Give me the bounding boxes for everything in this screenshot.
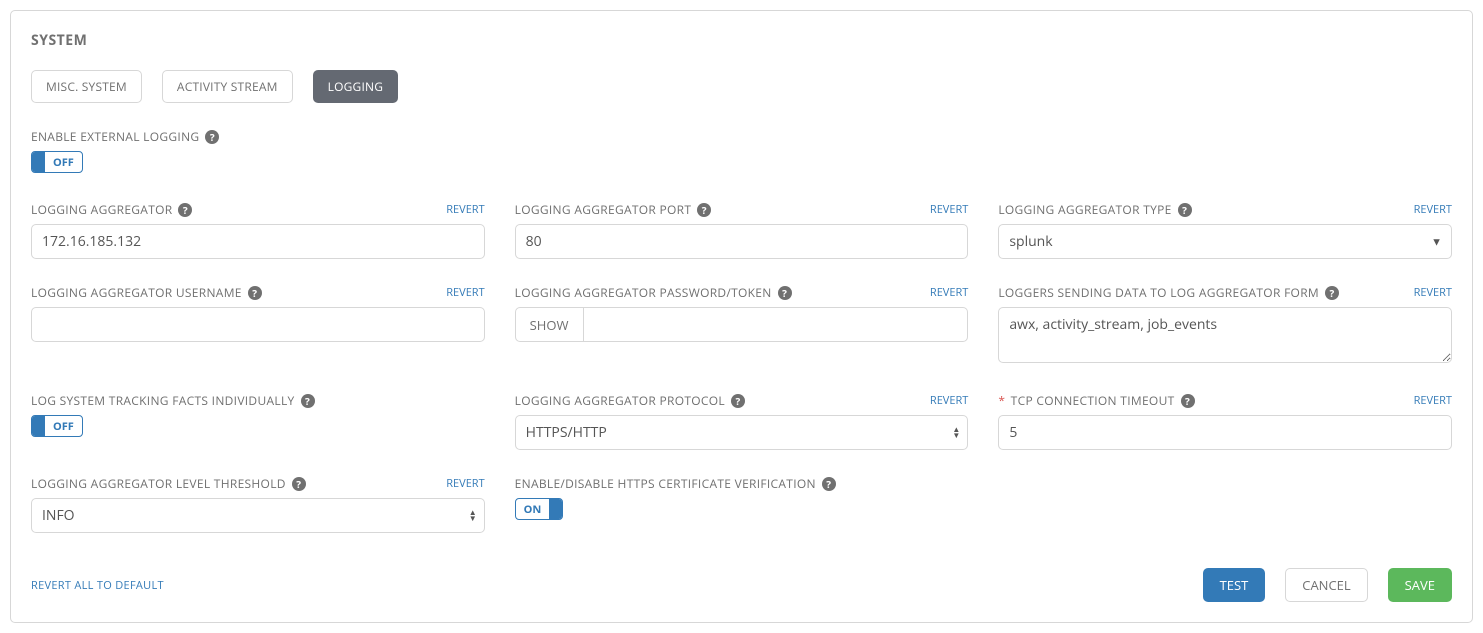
revert-logging-aggregator[interactable]: REVERT (446, 202, 484, 217)
revert-logging-aggregator-username[interactable]: REVERT (446, 285, 484, 300)
logging-aggregator-protocol-select[interactable] (515, 415, 969, 450)
revert-logging-aggregator-protocol[interactable]: REVERT (930, 393, 968, 408)
logging-aggregator-username-input[interactable] (31, 307, 485, 342)
help-icon[interactable]: ? (178, 203, 192, 217)
logging-aggregator-protocol-label: LOGGING AGGREGATOR PROTOCOL? (515, 392, 745, 409)
log-system-tracking-label: LOG SYSTEM TRACKING FACTS INDIVIDUALLY? (31, 392, 315, 409)
help-icon[interactable]: ? (731, 394, 745, 408)
revert-tcp-connection-timeout[interactable]: REVERT (1414, 393, 1452, 408)
tabs: MISC. SYSTEM ACTIVITY STREAM LOGGING (31, 70, 1452, 103)
enable-external-logging-toggle[interactable]: OFF (31, 151, 83, 173)
help-icon[interactable]: ? (1181, 394, 1195, 408)
https-cert-verification-label: ENABLE/DISABLE HTTPS CERTIFICATE VERIFIC… (515, 475, 836, 492)
https-cert-verification-toggle[interactable]: ON (515, 498, 564, 520)
tab-activity-stream[interactable]: ACTIVITY STREAM (162, 70, 293, 103)
help-icon[interactable]: ? (1178, 203, 1192, 217)
logging-aggregator-password-label: LOGGING AGGREGATOR PASSWORD/TOKEN? (515, 284, 792, 301)
help-icon[interactable]: ? (292, 477, 306, 491)
help-icon[interactable]: ? (301, 394, 315, 408)
revert-logging-aggregator-level[interactable]: REVERT (446, 476, 484, 491)
logging-aggregator-port-label: LOGGING AGGREGATOR PORT? (515, 201, 712, 218)
tab-misc-system[interactable]: MISC. SYSTEM (31, 70, 142, 103)
revert-logging-aggregator-type[interactable]: REVERT (1414, 202, 1452, 217)
help-icon[interactable]: ? (697, 203, 711, 217)
logging-aggregator-username-label: LOGGING AGGREGATOR USERNAME? (31, 284, 262, 301)
log-system-tracking-toggle[interactable]: OFF (31, 415, 83, 437)
loggers-sending-data-label: LOGGERS SENDING DATA TO LOG AGGREGATOR F… (998, 284, 1339, 301)
tcp-connection-timeout-input[interactable] (998, 415, 1452, 450)
enable-external-logging-label: ENABLE EXTERNAL LOGGING? (31, 128, 219, 145)
help-icon[interactable]: ? (1325, 286, 1339, 300)
system-settings-panel: SYSTEM MISC. SYSTEM ACTIVITY STREAM LOGG… (10, 10, 1473, 623)
revert-logging-aggregator-port[interactable]: REVERT (930, 202, 968, 217)
logging-aggregator-type-label: LOGGING AGGREGATOR TYPE? (998, 201, 1191, 218)
tab-logging[interactable]: LOGGING (313, 70, 399, 103)
logging-aggregator-type-select[interactable] (998, 224, 1452, 259)
revert-logging-aggregator-password[interactable]: REVERT (930, 285, 968, 300)
panel-title: SYSTEM (31, 31, 1452, 50)
revert-all-to-default-link[interactable]: REVERT ALL TO DEFAULT (31, 578, 164, 593)
help-icon[interactable]: ? (778, 286, 792, 300)
logging-aggregator-password-input[interactable] (584, 307, 969, 342)
tcp-connection-timeout-label: * TCP CONNECTION TIMEOUT? (998, 392, 1194, 409)
loggers-sending-data-input[interactable]: awx, activity_stream, job_events (998, 307, 1452, 363)
help-icon[interactable]: ? (205, 130, 219, 144)
show-password-button[interactable]: SHOW (515, 307, 584, 342)
revert-loggers-sending-data[interactable]: REVERT (1414, 285, 1452, 300)
logging-aggregator-level-label: LOGGING AGGREGATOR LEVEL THRESHOLD? (31, 475, 306, 492)
logging-aggregator-level-select[interactable] (31, 498, 485, 533)
help-icon[interactable]: ? (822, 477, 836, 491)
logging-aggregator-label: LOGGING AGGREGATOR? (31, 201, 192, 218)
help-icon[interactable]: ? (248, 286, 262, 300)
logging-aggregator-port-input[interactable] (515, 224, 969, 259)
logging-aggregator-input[interactable] (31, 224, 485, 259)
